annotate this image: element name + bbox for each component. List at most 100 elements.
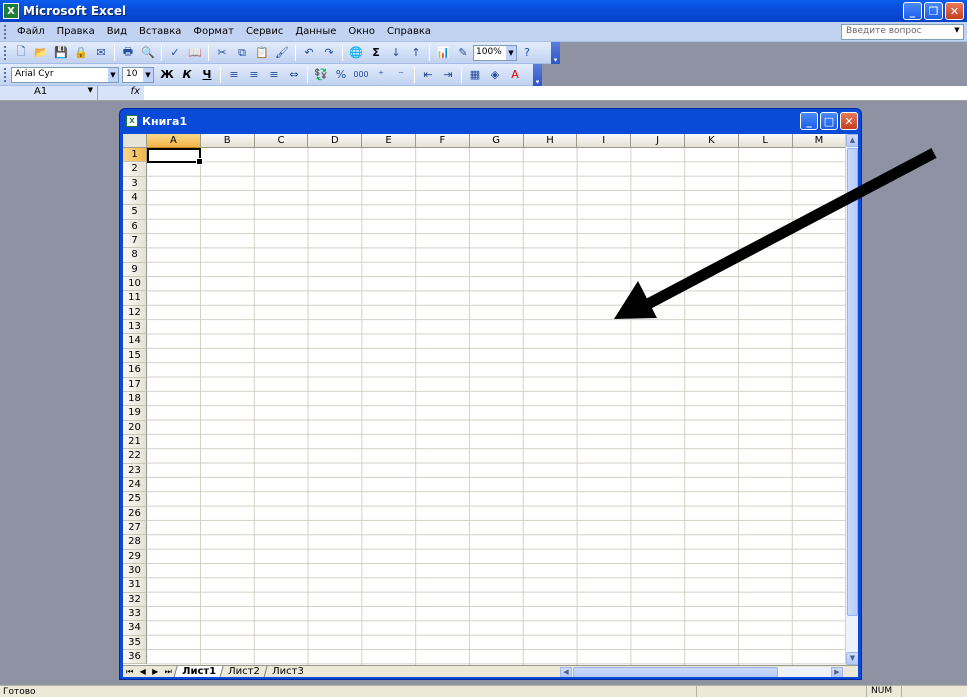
- row-header[interactable]: 25: [123, 492, 147, 507]
- decrease-indent-icon[interactable]: ⇤: [419, 66, 437, 84]
- row-header[interactable]: 8: [123, 248, 147, 263]
- toolbar-options-icon[interactable]: ▾: [551, 41, 560, 64]
- currency-icon[interactable]: 💱: [312, 66, 330, 84]
- autosum-icon[interactable]: Σ: [367, 44, 385, 62]
- align-center-icon[interactable]: ≡: [245, 66, 263, 84]
- scroll-down-icon[interactable]: ▼: [846, 652, 858, 665]
- merge-center-icon[interactable]: ⇔: [285, 66, 303, 84]
- menu-help[interactable]: Справка: [381, 26, 437, 37]
- horizontal-scrollbar[interactable]: ◀ ▶: [560, 667, 843, 677]
- row-header[interactable]: 32: [123, 592, 147, 607]
- cut-icon[interactable]: ✂: [213, 44, 231, 62]
- first-sheet-icon[interactable]: ⏮: [126, 667, 133, 677]
- decrease-decimal-icon[interactable]: ⁻: [392, 66, 410, 84]
- column-header[interactable]: L: [738, 134, 793, 148]
- spelling-icon[interactable]: ✓: [166, 44, 184, 62]
- horizontal-scroll-thumb[interactable]: [573, 667, 778, 677]
- row-header[interactable]: 13: [123, 320, 147, 335]
- print-preview-icon[interactable]: 🔍: [139, 44, 157, 62]
- row-header[interactable]: 18: [123, 391, 147, 407]
- column-header[interactable]: B: [200, 134, 255, 148]
- chevron-down-icon[interactable]: ▼: [506, 45, 516, 60]
- row-header[interactable]: 22: [123, 449, 147, 464]
- row-header[interactable]: 33: [123, 607, 147, 622]
- format-painter-icon[interactable]: 🖌: [273, 44, 291, 62]
- help-icon[interactable]: ?: [518, 44, 536, 62]
- row-header[interactable]: 28: [123, 535, 147, 550]
- row-header[interactable]: 6: [123, 219, 147, 235]
- chevron-down-icon[interactable]: ▼: [143, 67, 153, 82]
- align-right-icon[interactable]: ≡: [265, 66, 283, 84]
- maximize-button[interactable]: ❐: [924, 2, 943, 20]
- select-all-corner[interactable]: [123, 134, 147, 148]
- row-header[interactable]: 20: [123, 420, 147, 435]
- row-header[interactable]: 27: [123, 520, 147, 536]
- column-header[interactable]: F: [415, 134, 470, 148]
- row-header[interactable]: 30: [123, 563, 147, 579]
- row-header[interactable]: 24: [123, 477, 147, 493]
- menu-file[interactable]: Файл: [11, 26, 51, 37]
- undo-icon[interactable]: ↶: [300, 44, 318, 62]
- font-name-select[interactable]: Arial Cyr ▼: [11, 66, 119, 83]
- column-header[interactable]: H: [523, 134, 578, 148]
- sheet-tab-1[interactable]: Лист1: [173, 665, 224, 677]
- insert-function-icon[interactable]: fx: [98, 86, 144, 100]
- thousands-separator-button[interactable]: 000: [352, 66, 370, 84]
- row-header[interactable]: 10: [123, 277, 147, 292]
- scroll-up-icon[interactable]: ▲: [846, 134, 858, 147]
- column-header[interactable]: E: [362, 134, 416, 148]
- copy-icon[interactable]: ⧉: [233, 44, 251, 62]
- menu-tools[interactable]: Сервис: [240, 26, 289, 37]
- sheet-tab-2[interactable]: Лист2: [219, 665, 268, 677]
- print-icon[interactable]: 🖶: [119, 44, 137, 62]
- scroll-left-icon[interactable]: ◀: [560, 667, 572, 677]
- row-header[interactable]: 3: [123, 176, 147, 192]
- align-left-icon[interactable]: ≡: [225, 66, 243, 84]
- menu-window[interactable]: Окно: [342, 26, 381, 37]
- zoom-select[interactable]: 100% ▼: [473, 44, 517, 61]
- redo-icon[interactable]: ↷: [320, 44, 338, 62]
- workbook-close-button[interactable]: ✕: [840, 112, 858, 130]
- row-header[interactable]: 26: [123, 506, 147, 521]
- last-sheet-icon[interactable]: ⏭: [165, 667, 172, 677]
- sort-descending-icon[interactable]: ↑: [407, 44, 425, 62]
- formula-input[interactable]: [144, 86, 967, 100]
- row-header[interactable]: 14: [123, 334, 147, 349]
- workbook-minimize-button[interactable]: _: [800, 112, 818, 130]
- row-header[interactable]: 19: [123, 406, 147, 421]
- column-header[interactable]: C: [254, 134, 309, 148]
- open-folder-icon[interactable]: 📂: [32, 44, 50, 62]
- bold-button[interactable]: Ж: [158, 66, 176, 84]
- permission-icon[interactable]: 🔒: [72, 44, 90, 62]
- row-header[interactable]: 31: [123, 578, 147, 593]
- toolbar-grip-handle[interactable]: [4, 67, 7, 82]
- menu-insert[interactable]: Вставка: [133, 26, 187, 37]
- row-header[interactable]: 16: [123, 363, 147, 378]
- next-sheet-icon[interactable]: ▶: [152, 667, 158, 677]
- font-color-icon[interactable]: A: [506, 66, 524, 84]
- excel-icon[interactable]: X: [3, 3, 19, 19]
- chevron-down-icon[interactable]: ▼: [88, 86, 93, 94]
- row-header[interactable]: 34: [123, 621, 147, 636]
- ask-question-input[interactable]: Введите вопрос ▼: [841, 24, 964, 40]
- workbook-maximize-button[interactable]: □: [820, 112, 838, 130]
- row-header[interactable]: 4: [123, 191, 147, 206]
- sort-ascending-icon[interactable]: ↓: [387, 44, 405, 62]
- minimize-button[interactable]: _: [903, 2, 922, 20]
- italic-button[interactable]: К: [178, 66, 196, 84]
- menu-data[interactable]: Данные: [289, 26, 342, 37]
- column-header[interactable]: I: [577, 134, 632, 148]
- save-icon[interactable]: 💾: [52, 44, 70, 62]
- row-header[interactable]: 29: [123, 549, 147, 564]
- prev-sheet-icon[interactable]: ◀: [140, 667, 146, 677]
- row-header[interactable]: 15: [123, 348, 147, 364]
- font-size-select[interactable]: 10 ▼: [122, 66, 154, 83]
- chart-wizard-icon[interactable]: 📊: [434, 44, 452, 62]
- underline-button[interactable]: Ч: [198, 66, 216, 84]
- menu-grip-handle[interactable]: [4, 24, 7, 39]
- research-icon[interactable]: 📖: [186, 44, 204, 62]
- row-header[interactable]: 11: [123, 291, 147, 306]
- drawing-icon[interactable]: ✎: [454, 44, 472, 62]
- column-header[interactable]: J: [631, 134, 685, 148]
- row-header[interactable]: 23: [123, 463, 147, 478]
